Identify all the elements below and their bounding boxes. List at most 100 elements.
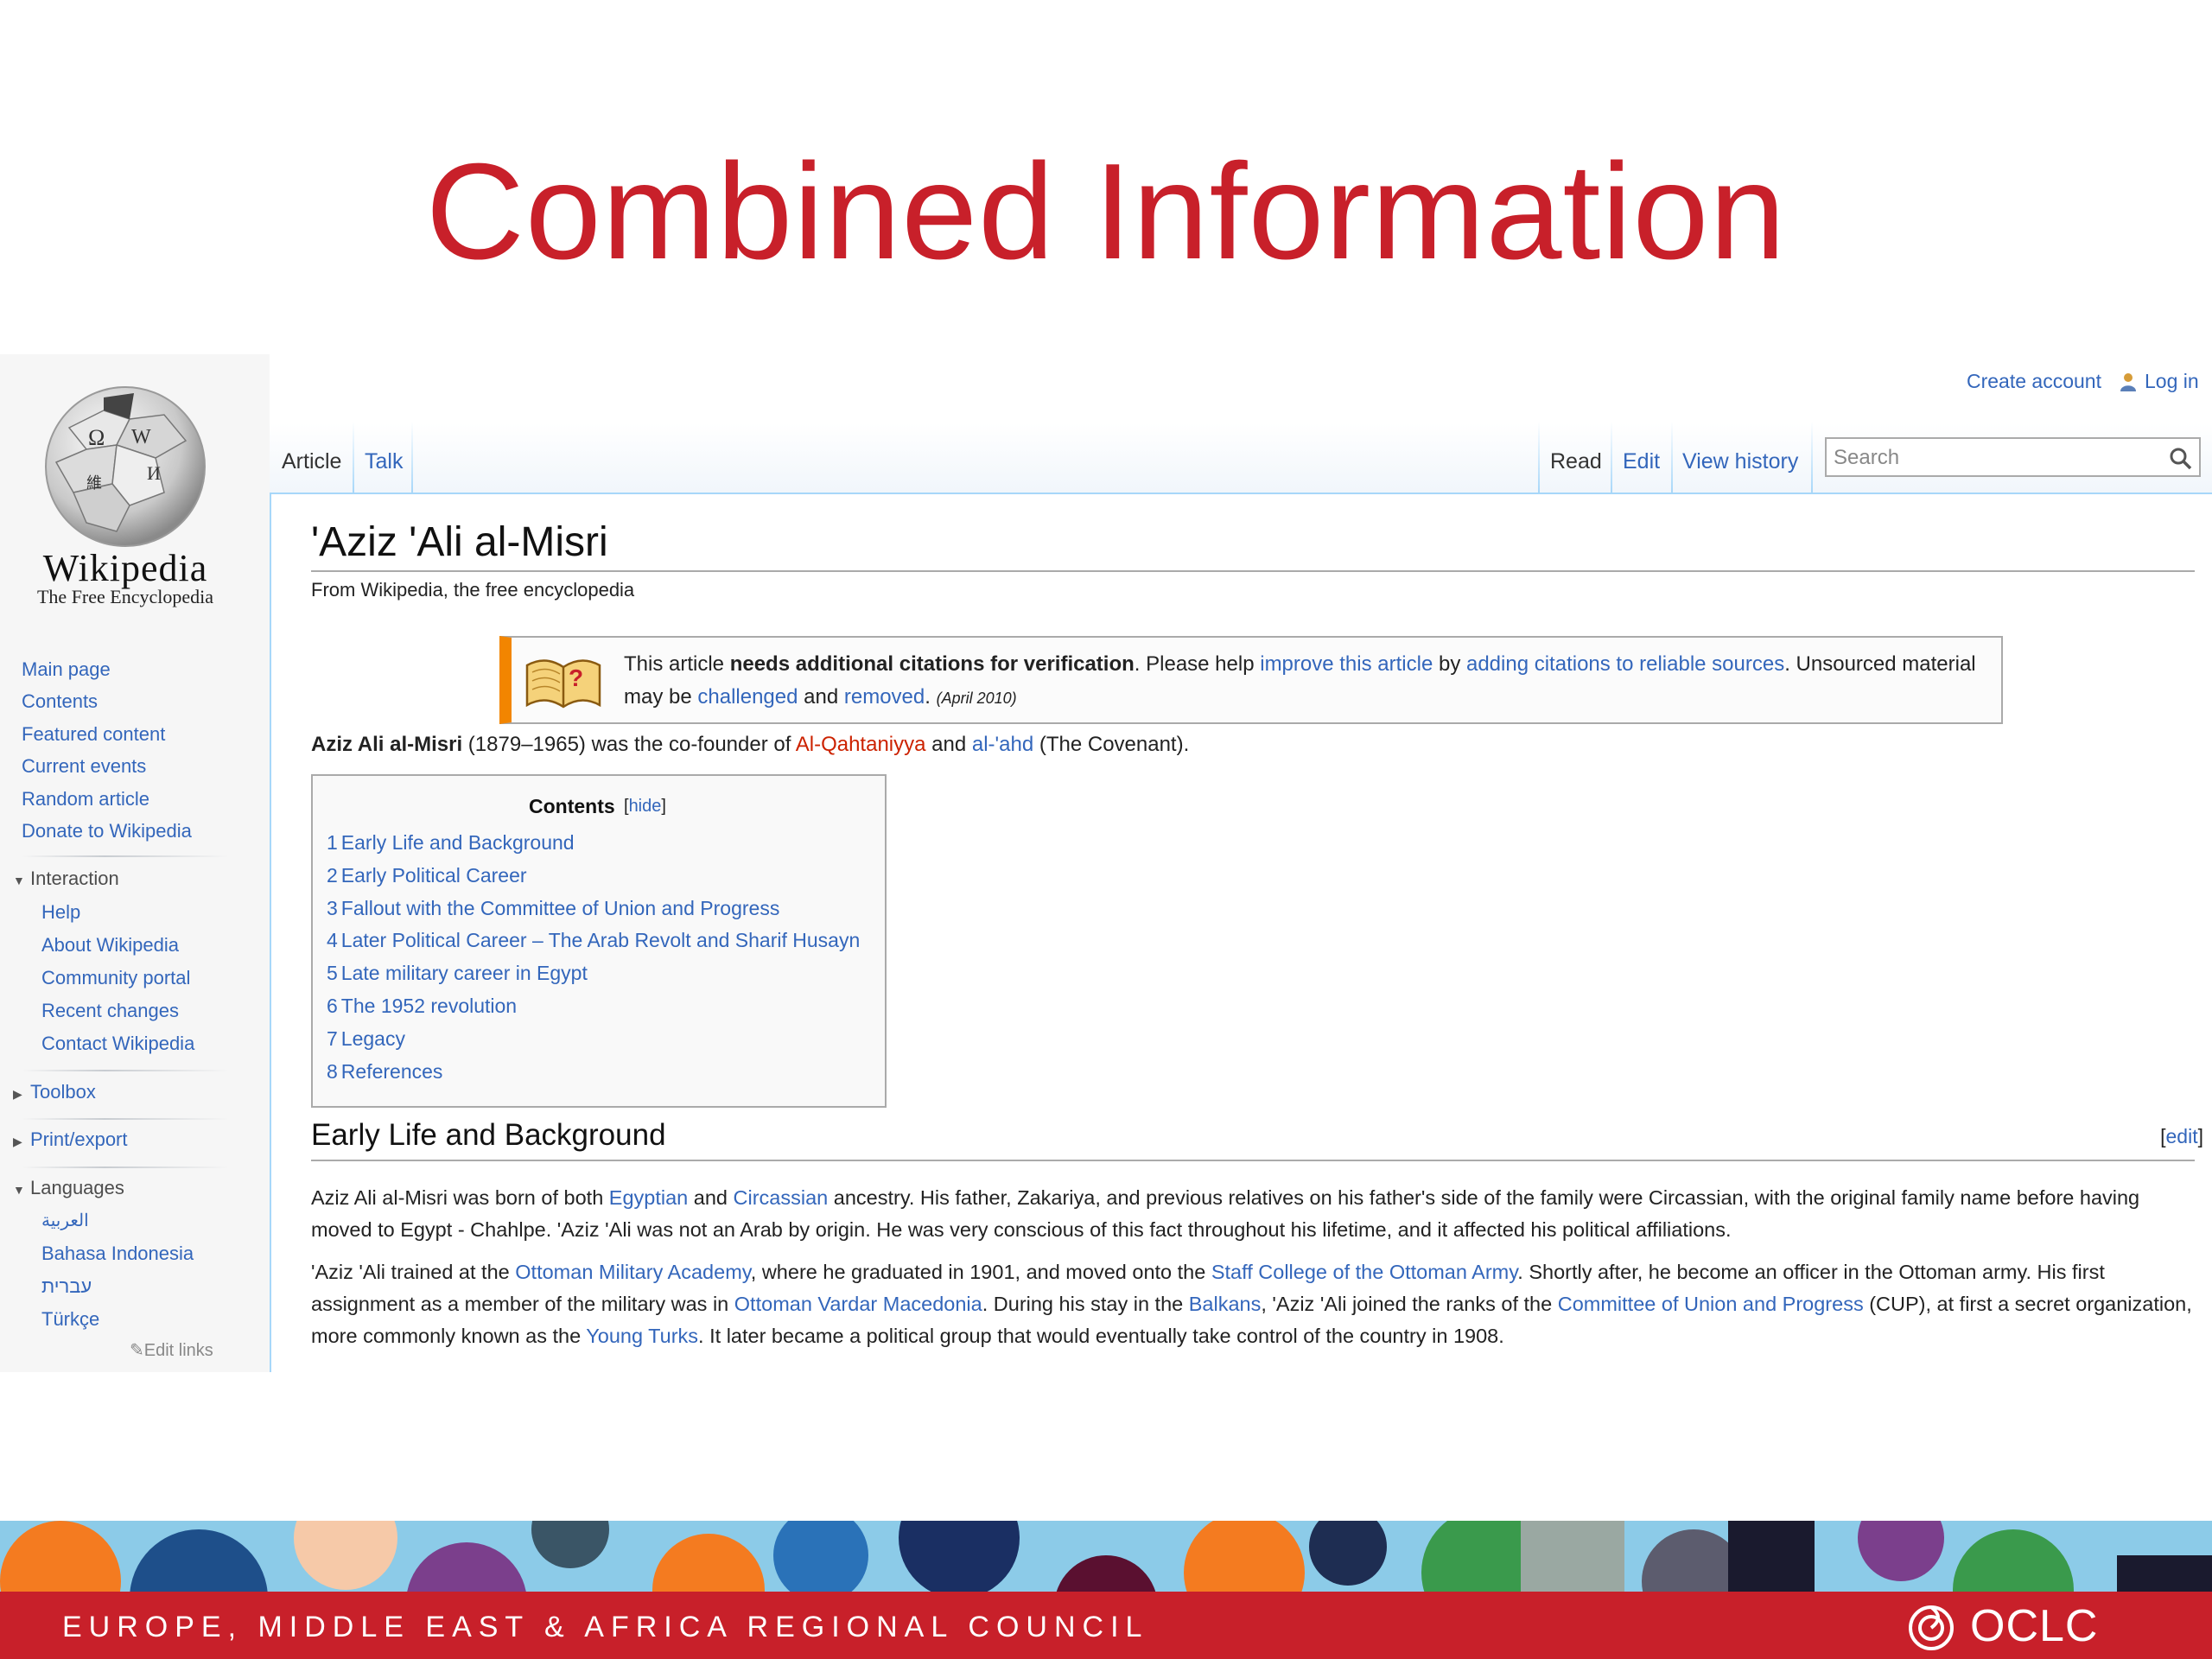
toc-hide-toggle[interactable]: [hide] [624,797,666,817]
nav-current-events[interactable]: Current events [22,755,146,778]
lang-hebrew[interactable]: עברית [41,1275,92,1298]
nav-help[interactable]: Help [41,901,80,924]
paragraph-text: Aziz Ali al-Misri was born of both [311,1186,609,1209]
vardar-macedonia-link[interactable]: Ottoman Vardar Macedonia [734,1293,982,1315]
toc-label: Early Political Career [340,864,527,887]
notice-bold: needs additional citations for verificat… [729,652,1135,676]
create-account-link[interactable]: Create account [1967,370,2101,393]
nav-featured-content[interactable]: Featured content [22,723,165,746]
nav-contents[interactable]: Contents [22,690,98,713]
balkans-link[interactable]: Balkans [1189,1293,1262,1315]
lang-indonesian[interactable]: Bahasa Indonesia [41,1243,194,1265]
toc-number: 4 [327,929,338,951]
interaction-heading: Interaction [30,868,119,889]
circassian-link[interactable]: Circassian [734,1186,829,1209]
challenged-link[interactable]: challenged [697,685,798,709]
lang-turkish[interactable]: Türkçe [41,1308,99,1331]
egyptian-link[interactable]: Egyptian [609,1186,688,1209]
table-of-contents: Contents [hide] 1 Early Life and Backgrou… [311,774,887,1108]
toc-item[interactable]: 8 References [327,1060,442,1084]
toc-label: Early Life and Background [340,831,575,854]
lead-text-part: (The Covenant). [1033,733,1190,756]
open-book-icon: ? [525,659,601,709]
slide-title: Combined Information [425,136,1787,288]
adding-citations-link[interactable]: adding citations to reliable sources [1466,652,1784,676]
nav-main-page[interactable]: Main page [22,658,111,681]
tab-read[interactable]: Read [1550,449,1602,474]
sidebar-divider [22,855,229,857]
oclc-logo-icon [1909,1605,1954,1650]
nav-community-portal[interactable]: Community portal [41,967,190,989]
article-content: 'Aziz 'Ali al-Misri From Wikipedia, the … [270,494,2212,1372]
sidebar-divider [22,1070,229,1071]
lang-arabic[interactable]: العربية [41,1210,89,1231]
nav-about-wikipedia[interactable]: About Wikipedia [41,934,179,957]
tab-view-history[interactable]: View history [1682,449,1798,474]
tab-divider [411,422,413,493]
toc-hide-label: hide [628,797,662,816]
print-export-toggle[interactable]: ▶ Print/export [13,1128,128,1151]
tab-edit[interactable]: Edit [1623,449,1660,474]
nav-recent-changes[interactable]: Recent changes [41,1000,179,1022]
footer-pattern [0,1521,2212,1592]
notice-text-part: . Please help [1134,652,1261,676]
toc-number: 6 [327,995,338,1017]
section-edit-label: edit [2165,1125,2198,1147]
nav-donate[interactable]: Donate to Wikipedia [22,820,192,842]
toc-item[interactable]: 4 Later Political Career – The Arab Revol… [327,929,860,952]
toc-number: 1 [327,831,338,854]
notice-text-part: and [798,685,844,709]
toc-item[interactable]: 3 Fallout with the Committee of Union and… [327,897,779,920]
ottoman-military-academy-link[interactable]: Ottoman Military Academy [515,1261,751,1283]
section-edit-link[interactable]: [edit] [2160,1125,2203,1148]
toc-item[interactable]: 6 The 1952 revolution [327,995,517,1018]
lead-text-part: and [925,733,972,756]
pencil-icon: ✎ [130,1341,144,1360]
improve-article-link[interactable]: improve this article [1260,652,1433,676]
tab-divider [1611,422,1612,493]
wikipedia-globe-icon[interactable]: Ω W И 維 [35,376,216,549]
toc-number: 2 [327,864,338,887]
al-ahd-link[interactable]: al-'ahd [972,733,1033,756]
paragraph-text: , where he graduated in 1901, and moved … [750,1261,1211,1283]
paragraph-text: 'Aziz 'Ali trained at the [311,1261,516,1283]
citation-notice: ? This article needs additional citation… [499,636,2003,724]
triangle-right-icon: ▶ [13,1135,22,1148]
search-icon[interactable] [2168,446,2194,472]
cup-link[interactable]: Committee of Union and Progress [1558,1293,1864,1315]
toc-item[interactable]: 7 Legacy [327,1027,405,1051]
title-divider [311,570,2195,572]
footer-circles-graphic [0,1521,2212,1592]
removed-link[interactable]: removed [844,685,925,709]
al-qahtaniyya-link[interactable]: Al-Qahtaniyya [796,733,926,756]
user-icon [2120,373,2136,391]
toc-item[interactable]: 2 Early Political Career [327,864,527,887]
tab-divider [353,422,354,493]
toc-label: Fallout with the Committee of Union and … [340,897,780,919]
toc-item[interactable]: 1 Early Life and Background [327,831,575,855]
tab-article[interactable]: Article [282,449,341,474]
tab-talk[interactable]: Talk [365,449,403,474]
edit-links[interactable]: ✎Edit links [130,1339,213,1361]
toolbox-heading: Toolbox [30,1081,96,1103]
toc-label: References [340,1060,443,1083]
notice-date: (April 2010) [936,690,1017,707]
staff-college-link[interactable]: Staff College of the Ottoman Army [1211,1261,1517,1283]
interaction-toggle[interactable]: ▼ Interaction [13,868,119,890]
languages-toggle[interactable]: ▼ Languages [13,1177,124,1199]
nav-contact-wikipedia[interactable]: Contact Wikipedia [41,1033,194,1055]
sidebar-divider [22,1118,229,1120]
toc-label: Late military career in Egypt [340,962,588,984]
article-title: 'Aziz 'Ali al-Misri [311,519,608,565]
toc-label: Later Political Career – The Arab Revolt… [340,929,861,951]
nav-random-article[interactable]: Random article [22,788,149,810]
toc-number: 5 [327,962,338,984]
triangle-right-icon: ▶ [13,1087,22,1101]
paragraph-2: 'Aziz 'Ali trained at the Ottoman Milita… [311,1256,2195,1352]
search-input[interactable]: Search [1825,437,2201,477]
toc-item[interactable]: 5 Late military career in Egypt [327,962,588,985]
sidebar-divider [22,1166,229,1168]
toolbox-toggle[interactable]: ▶ Toolbox [13,1081,96,1103]
young-turks-link[interactable]: Young Turks [586,1325,698,1347]
log-in-link[interactable]: Log in [2145,370,2199,393]
